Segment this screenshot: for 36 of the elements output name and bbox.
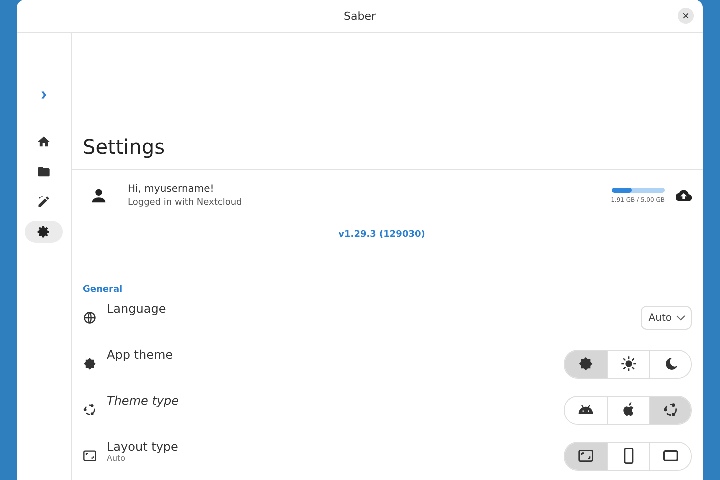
segment-button[interactable] bbox=[649, 396, 691, 424]
close-button[interactable]: × bbox=[678, 8, 694, 24]
login-status: Logged in with Nextcloud bbox=[128, 198, 244, 208]
setting-label: Theme type bbox=[107, 394, 180, 408]
ring-icon bbox=[662, 402, 678, 418]
home-icon bbox=[37, 135, 51, 149]
screen-icon bbox=[83, 449, 97, 463]
setting-label: App theme bbox=[107, 348, 174, 362]
page-title: Settings bbox=[83, 135, 166, 159]
setting-label: Language bbox=[107, 302, 166, 316]
settings-icon bbox=[37, 225, 51, 239]
cloud-upload-icon[interactable] bbox=[676, 188, 692, 204]
globe-icon bbox=[83, 311, 97, 325]
gear-icon bbox=[578, 356, 594, 372]
folder-icon bbox=[37, 165, 51, 179]
segment-button[interactable] bbox=[565, 442, 607, 470]
language-dropdown[interactable]: Auto bbox=[640, 306, 692, 330]
section-heading: General bbox=[83, 285, 124, 295]
apple-icon bbox=[620, 402, 636, 418]
pencil-icon bbox=[37, 195, 51, 209]
sun-icon bbox=[620, 356, 636, 372]
setting-value: Auto bbox=[107, 454, 126, 463]
setting-label: Layout type bbox=[107, 440, 178, 454]
segment-button[interactable] bbox=[649, 442, 691, 470]
version-link[interactable]: v1.29.3 (129030) bbox=[338, 230, 426, 240]
tablet-icon bbox=[662, 448, 678, 464]
chevron-down-icon bbox=[676, 313, 686, 323]
ring-icon bbox=[83, 403, 97, 417]
gear-icon bbox=[83, 357, 97, 371]
segment-button[interactable] bbox=[649, 350, 691, 378]
window-title: Saber bbox=[344, 10, 376, 22]
greeting-text: Hi, myusername! bbox=[128, 184, 216, 195]
expand-button[interactable]: › bbox=[41, 85, 47, 103]
nav-item[interactable] bbox=[25, 221, 63, 243]
segment-button[interactable] bbox=[565, 350, 607, 378]
screen-icon bbox=[578, 448, 594, 464]
